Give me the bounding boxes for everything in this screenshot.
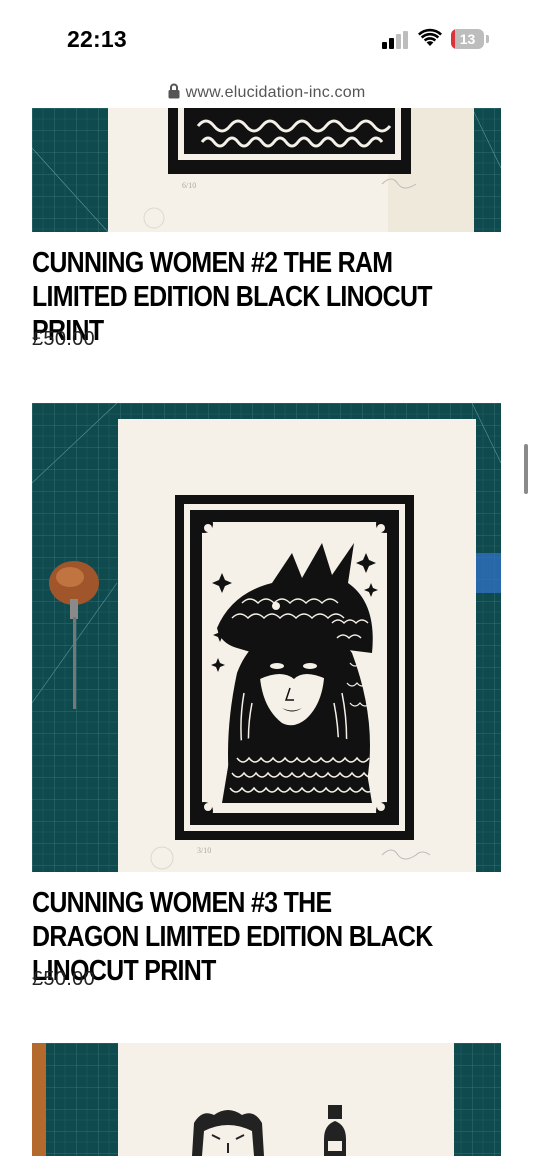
url-text: www.elucidation-inc.com <box>185 84 366 101</box>
svg-text:3/10: 3/10 <box>197 846 211 855</box>
product-image-dragon[interactable]: 3/10 <box>32 403 501 872</box>
battery-level: 13 <box>459 31 476 47</box>
status-time: 22:13 <box>67 26 127 52</box>
product-image-ram[interactable]: 6/10 <box>32 108 501 232</box>
status-bar: 22:13 13 <box>0 0 533 78</box>
product-list: 6/10 CUNNING WOMEN #2 THE RAM LIMITED ED… <box>0 108 533 1156</box>
scrollbar[interactable] <box>524 444 528 494</box>
wifi-icon <box>418 28 442 46</box>
browser-url-bar[interactable]: www.elucidation-inc.com <box>0 78 533 108</box>
lock-icon <box>168 83 180 99</box>
battery-icon: 13 <box>451 29 489 51</box>
product-price: £50.00 <box>32 968 95 990</box>
url-display[interactable]: www.elucidation-inc.com <box>0 83 533 102</box>
product-image-next[interactable] <box>32 1043 501 1156</box>
cellular-signal-icon <box>382 31 408 49</box>
svg-text:6/10: 6/10 <box>182 181 196 190</box>
product-price: £50.00 <box>32 328 95 350</box>
